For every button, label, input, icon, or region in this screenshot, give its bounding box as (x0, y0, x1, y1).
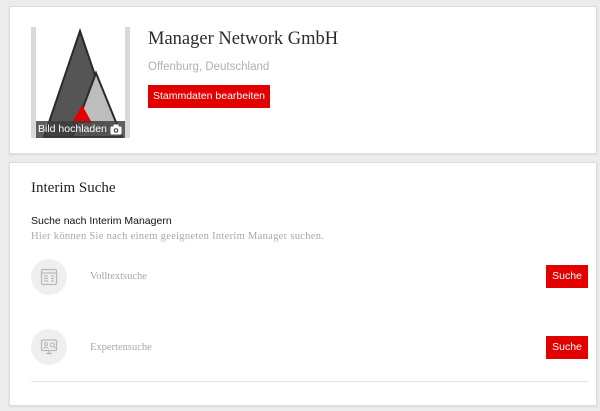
section-description: Hier können Sie nach einem geeigneten In… (31, 231, 325, 242)
interim-search-card: Interim Suche Suche nach Interim Manager… (9, 162, 597, 406)
edit-master-data-button[interactable]: Stammdaten bearbeiten (148, 85, 270, 108)
section-subtitle: Suche nach Interim Managern (31, 215, 172, 227)
fulltext-search-label: Volltextsuche (90, 271, 147, 282)
company-location: Offenburg, Deutschland (148, 61, 270, 73)
camera-icon (110, 124, 122, 135)
section-title: Interim Suche (31, 180, 116, 196)
company-profile-card: Bild hochladen Manager Network GmbH Offe… (9, 6, 597, 154)
expert-search-button[interactable]: Suche (546, 336, 588, 359)
divider (31, 381, 588, 382)
company-name: Manager Network GmbH (148, 29, 339, 49)
expert-search-icon (31, 329, 67, 365)
expert-search-label: Expertensuche (90, 342, 152, 353)
fulltext-search-button[interactable]: Suche (546, 265, 588, 288)
upload-image-label: Bild hochladen (38, 123, 107, 135)
fulltext-search-icon (31, 259, 67, 295)
upload-image-button[interactable]: Bild hochladen (36, 121, 125, 138)
company-logo[interactable]: Bild hochladen (31, 27, 130, 138)
